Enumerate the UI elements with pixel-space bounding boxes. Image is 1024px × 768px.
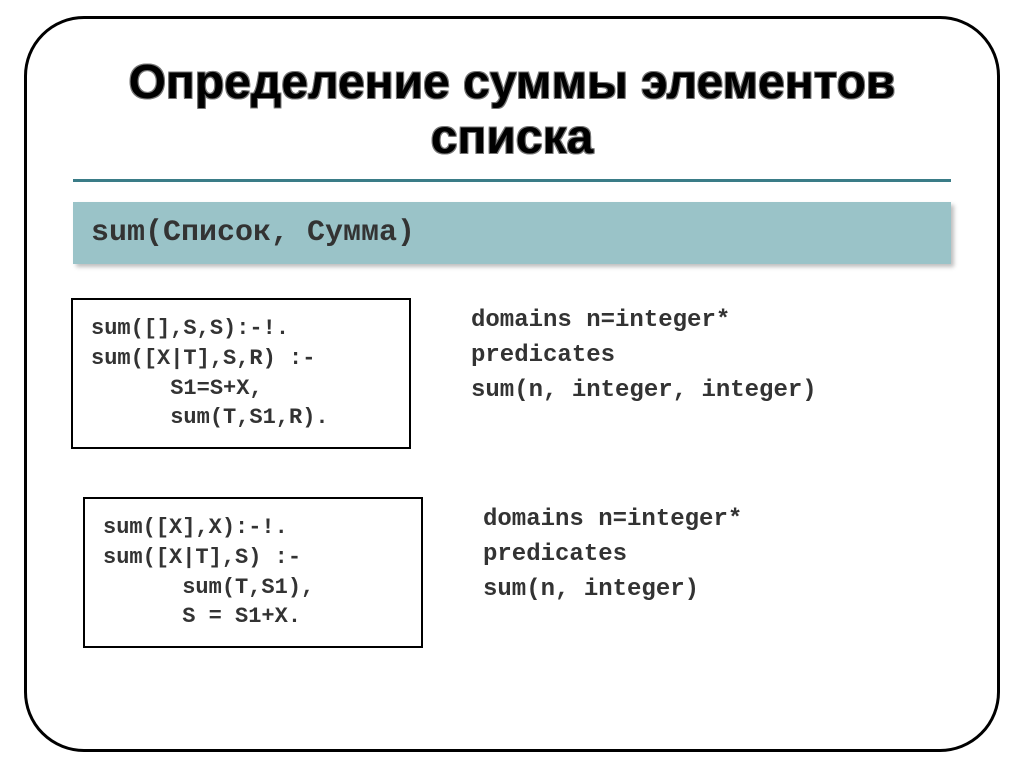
slide: Определение суммы элементов списка sum(С…	[0, 0, 1024, 768]
slide-title: Определение суммы элементов списка	[71, 55, 953, 165]
code-1: sum([],S,S):-!. sum([X|T],S,R) :- S1=S+X…	[91, 314, 391, 433]
code-box-2: sum([X],X):-!. sum([X|T],S) :- sum(T,S1)…	[83, 497, 423, 648]
example-row-2: sum([X],X):-!. sum([X|T],S) :- sum(T,S1)…	[83, 497, 953, 648]
predicate-signature-bar: sum(Список, Сумма)	[73, 202, 951, 264]
predicate-signature: sum(Список, Сумма)	[91, 216, 933, 250]
declarations-1: domains n=integer* predicates sum(n, int…	[471, 298, 817, 408]
slide-frame: Определение суммы элементов списка sum(С…	[24, 16, 1000, 752]
code-box-1: sum([],S,S):-!. sum([X|T],S,R) :- S1=S+X…	[71, 298, 411, 449]
example-row-1: sum([],S,S):-!. sum([X|T],S,R) :- S1=S+X…	[71, 298, 953, 449]
declarations-2: domains n=integer* predicates sum(n, int…	[483, 497, 742, 607]
title-underline	[73, 179, 951, 182]
code-2: sum([X],X):-!. sum([X|T],S) :- sum(T,S1)…	[103, 513, 403, 632]
